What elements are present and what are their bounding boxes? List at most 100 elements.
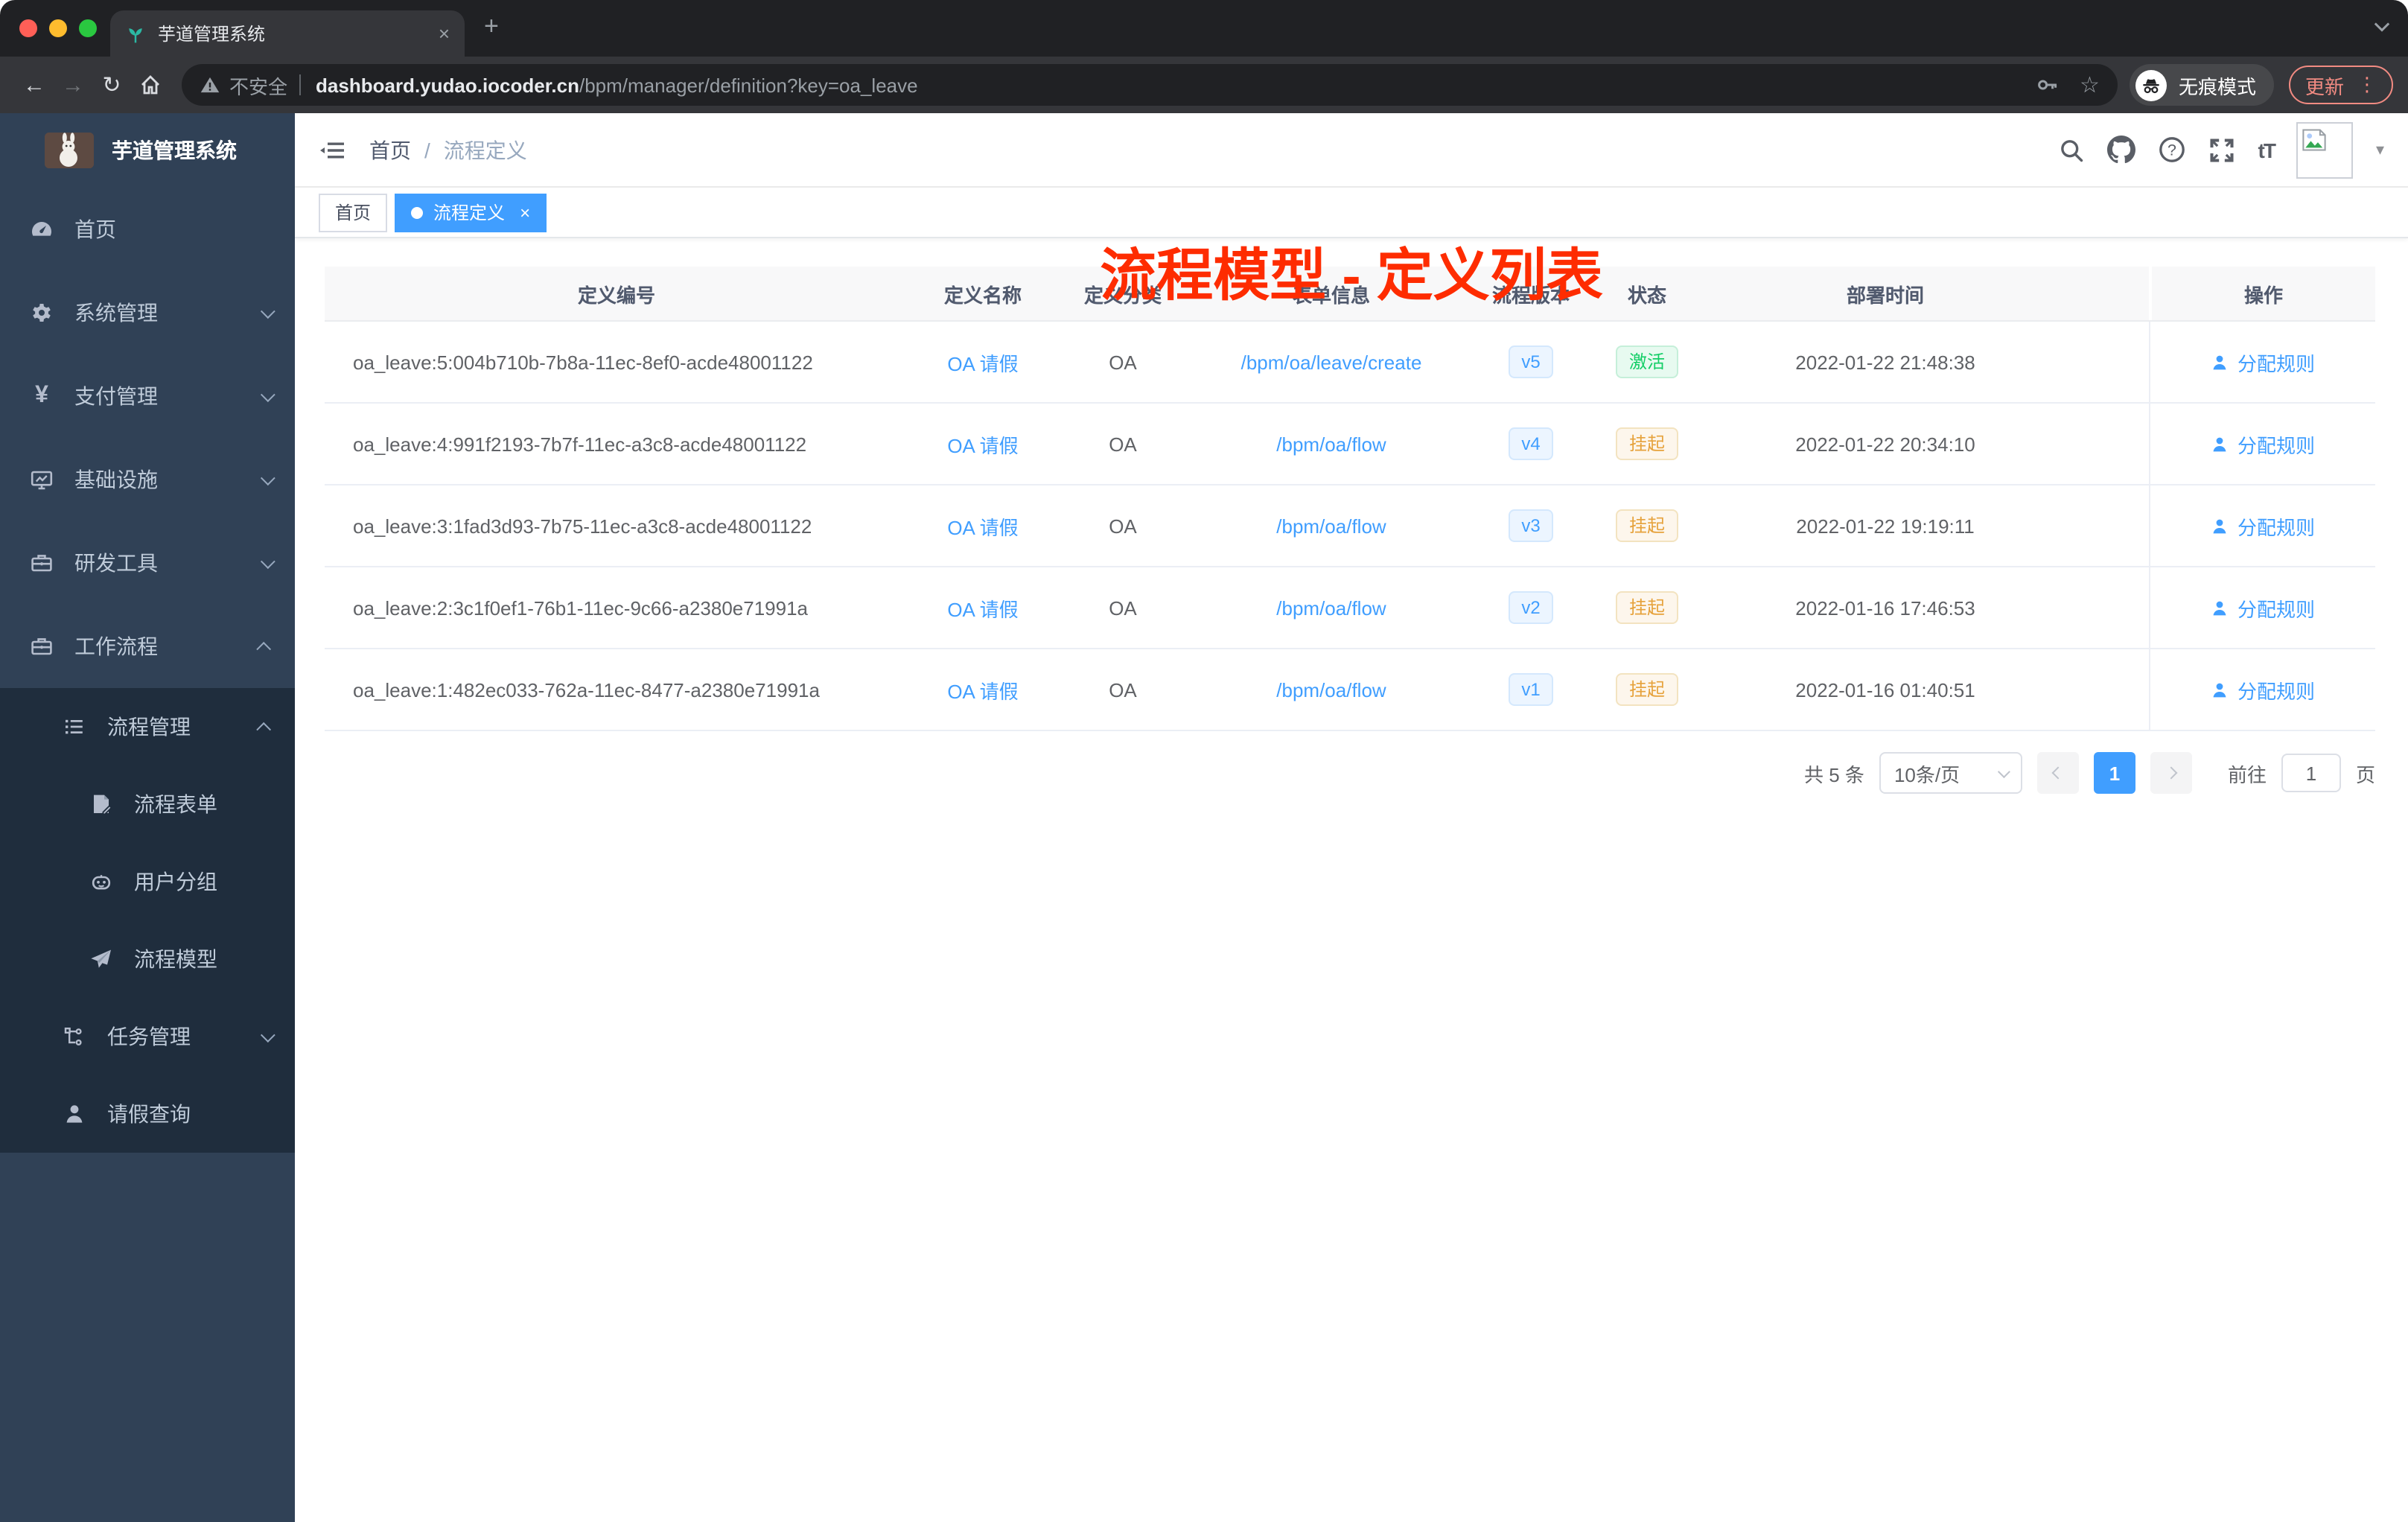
new-tab-button[interactable]: +	[484, 12, 499, 42]
briefcase-icon	[30, 634, 54, 658]
prev-page-button[interactable]	[2036, 752, 2079, 794]
security-warning-icon[interactable]	[200, 74, 220, 95]
help-icon[interactable]: ?	[2159, 136, 2187, 164]
version-badge: v4	[1508, 427, 1554, 460]
chevron-right-icon	[2165, 766, 2178, 780]
breadcrumb-separator: /	[424, 138, 430, 162]
browser-titlebar: 芋道管理系统 × +	[0, 0, 2408, 57]
search-icon[interactable]	[2059, 136, 2086, 163]
assign-rule-link[interactable]: 分配规则	[2211, 593, 2315, 622]
incognito-badge: 无痕模式	[2129, 64, 2274, 106]
sidebar-item-infrastructure[interactable]: 基础设施	[0, 438, 295, 521]
browser-update-button[interactable]: 更新 ⋮	[2288, 66, 2393, 104]
browser-tab[interactable]: 芋道管理系统 ×	[110, 10, 465, 57]
tab-search-chevron-icon[interactable]	[2374, 21, 2390, 33]
sidebar-menu: 首页 系统管理 ¥ 支付管理 基础设施 研发工具 工作流程 流程管理 流程表单 …	[0, 188, 295, 1153]
table-row: oa_leave:2:3c1f0ef1-76b1-11ec-9c66-a2380…	[325, 567, 2375, 649]
page-size-select[interactable]: 10条/页	[1879, 752, 2022, 794]
current-page-button[interactable]: 1	[2093, 752, 2135, 794]
assign-rule-link[interactable]: 分配规则	[2211, 512, 2315, 540]
definition-name-link[interactable]: OA 请假	[947, 675, 1018, 704]
goto-page-input[interactable]	[2281, 754, 2341, 792]
version-badge: v1	[1508, 673, 1554, 706]
close-window-button[interactable]	[19, 19, 37, 37]
sidebar-item-workflow[interactable]: 工作流程	[0, 605, 295, 688]
form-link[interactable]: /bpm/oa/flow	[1276, 433, 1386, 455]
form-link[interactable]: /bpm/oa/leave/create	[1241, 351, 1422, 373]
column-header-category: 定义分类	[1083, 284, 1162, 306]
assign-rule-link[interactable]: 分配规则	[2211, 675, 2315, 704]
definition-name-link[interactable]: OA 请假	[947, 430, 1018, 458]
assign-rule-link[interactable]: 分配规则	[2211, 348, 2315, 376]
zoom-window-button[interactable]	[79, 19, 97, 37]
tag-home[interactable]: 首页	[319, 193, 388, 232]
logo-avatar	[45, 133, 94, 168]
url-bar[interactable]: 不安全 dashboard.yudao.iocoder.cn /bpm/mana…	[182, 64, 2118, 106]
fullscreen-icon[interactable]	[2209, 136, 2236, 163]
bookmark-star-icon[interactable]: ☆	[2080, 71, 2100, 98]
definition-name-link[interactable]: OA 请假	[947, 512, 1018, 540]
assign-rule-link[interactable]: 分配规则	[2211, 430, 2315, 458]
column-header-id: 定义编号	[577, 284, 655, 306]
forward-button[interactable]: →	[54, 72, 92, 98]
status-badge: 挂起	[1615, 591, 1678, 624]
sidebar-item-task-management[interactable]: 任务管理	[0, 998, 295, 1075]
sidebar-item-user-group[interactable]: 用户分组	[0, 843, 295, 920]
reload-button[interactable]: ↻	[92, 71, 131, 98]
sidebar-item-leave-query[interactable]: 请假查询	[0, 1075, 295, 1153]
back-button[interactable]: ←	[15, 72, 54, 98]
minimize-window-button[interactable]	[49, 19, 67, 37]
chevron-down-icon	[260, 470, 275, 485]
url-divider	[299, 74, 302, 95]
github-icon[interactable]	[2107, 136, 2136, 164]
sidebar-item-dev-tools[interactable]: 研发工具	[0, 521, 295, 605]
incognito-label: 无痕模式	[2178, 75, 2256, 98]
form-link[interactable]: /bpm/oa/flow	[1276, 515, 1386, 537]
page-unit-label: 页	[2355, 763, 2375, 786]
column-header-form: 表单信息	[1292, 284, 1370, 306]
version-badge: v2	[1508, 591, 1554, 624]
sidebar: 芋道管理系统 首页 系统管理 ¥ 支付管理 基础设施 研发工具 工作流程 流程管…	[0, 113, 295, 1522]
sidebar-item-home[interactable]: 首页	[0, 188, 295, 271]
next-page-button[interactable]	[2150, 752, 2192, 794]
deploy-time: 2022-01-22 20:34:10	[1795, 433, 1975, 455]
breadcrumb: 首页 / 流程定义	[369, 135, 527, 165]
definition-id: oa_leave:4:991f2193-7b7f-11ec-a3c8-acde4…	[353, 433, 807, 455]
breadcrumb-current: 流程定义	[443, 138, 527, 162]
pagination: 共 5 条 10条/页 1 前往 页	[325, 752, 2375, 794]
tag-process-definition[interactable]: 流程定义 ×	[395, 193, 547, 232]
password-key-icon[interactable]	[2035, 73, 2059, 97]
definition-name-link[interactable]: OA 请假	[947, 348, 1018, 376]
definition-name-link[interactable]: OA 请假	[947, 593, 1018, 622]
font-size-icon[interactable]: tT	[2258, 138, 2276, 162]
version-badge: v3	[1508, 509, 1554, 542]
url-host: dashboard.yudao.iocoder.cn	[316, 74, 579, 96]
browser-menu-dots-icon[interactable]: ⋮	[2357, 73, 2377, 97]
sidebar-item-system[interactable]: 系统管理	[0, 271, 295, 354]
home-button[interactable]	[131, 73, 170, 97]
user-avatar-broken-image[interactable]	[2296, 121, 2354, 178]
user-icon	[2211, 352, 2230, 372]
avatar-caret-down-icon[interactable]: ▾	[2376, 140, 2384, 159]
table-row: oa_leave:1:482ec033-762a-11ec-8477-a2380…	[325, 649, 2375, 731]
breadcrumb-home-link[interactable]: 首页	[369, 135, 411, 165]
sidebar-item-process-model[interactable]: 流程模型	[0, 920, 295, 998]
tab-title: 芋道管理系统	[158, 24, 266, 45]
deploy-time: 2022-01-22 21:48:38	[1795, 351, 1975, 373]
tab-close-icon[interactable]: ×	[439, 22, 450, 45]
column-header-status: 状态	[1627, 284, 1666, 306]
deploy-time: 2022-01-16 01:40:51	[1795, 678, 1975, 701]
sidebar-item-process-management[interactable]: 流程管理	[0, 688, 295, 765]
form-link[interactable]: /bpm/oa/flow	[1276, 596, 1386, 619]
definition-category: OA	[1109, 596, 1137, 619]
svg-text:?: ?	[2168, 141, 2177, 159]
sidebar-item-process-form[interactable]: 流程表单	[0, 765, 295, 843]
tag-close-icon[interactable]: ×	[520, 202, 530, 223]
sidebar-collapse-icon[interactable]	[319, 138, 345, 162]
status-badge: 挂起	[1615, 509, 1678, 542]
definitions-table: 定义编号 定义名称 定义分类 表单信息 流程版本 状态 部署时间 操作 oa_l…	[325, 267, 2375, 731]
sidebar-item-payment[interactable]: ¥ 支付管理	[0, 354, 295, 438]
form-link[interactable]: /bpm/oa/flow	[1276, 678, 1386, 701]
chevron-down-icon	[260, 386, 275, 402]
app-logo[interactable]: 芋道管理系统	[0, 113, 295, 188]
